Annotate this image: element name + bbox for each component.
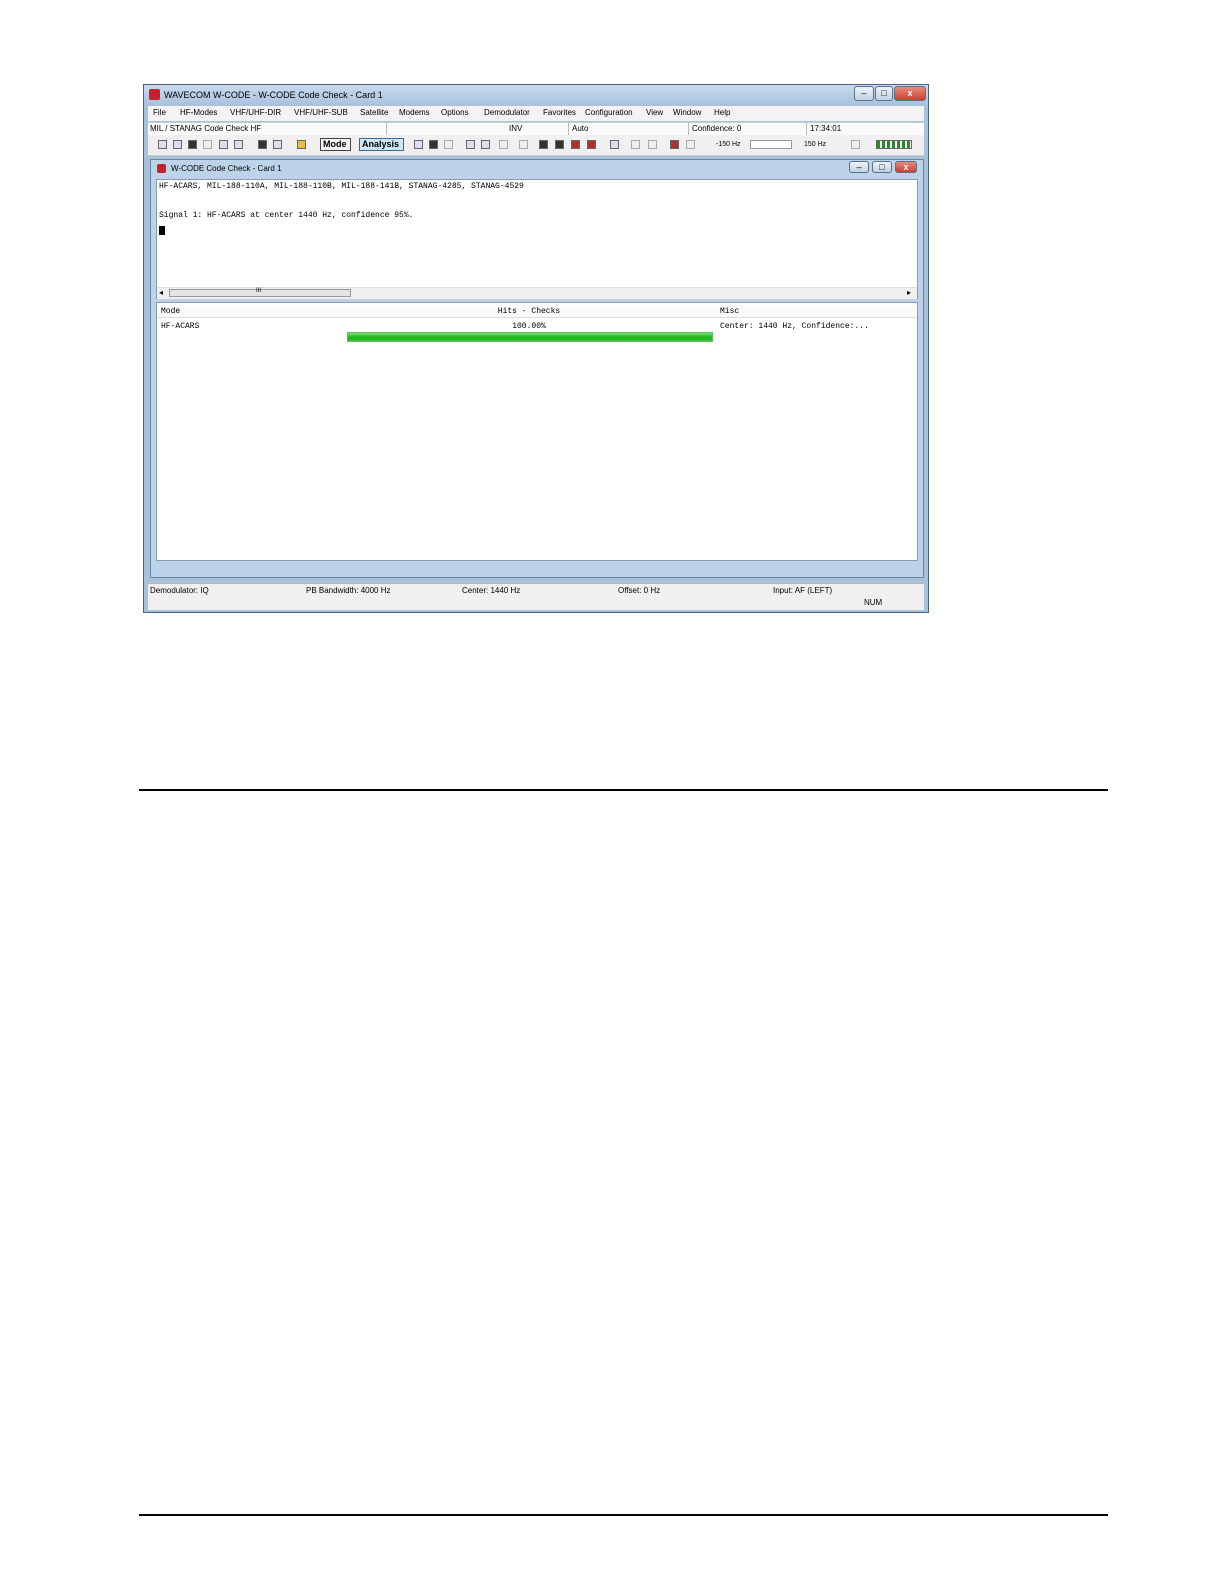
text-cursor	[159, 226, 165, 235]
title-bar[interactable]: WAVECOM W-CODE - W-CODE Code Check - Car…	[144, 85, 928, 105]
scroll-right-icon[interactable]: ▸	[907, 288, 911, 297]
decode-icon[interactable]	[466, 140, 475, 149]
menu-bar: File HF-Modes VHF/UHF-DIR VHF/UHF-SUB Sa…	[148, 106, 924, 121]
current-mode: MIL / STANAG Code Check HF	[150, 124, 262, 133]
menu-favorites[interactable]: Favorites	[543, 108, 576, 117]
menu-demodulator[interactable]: Demodulator	[484, 108, 530, 117]
scroll-left-icon[interactable]: ◂	[159, 288, 163, 297]
pattern-icon[interactable]	[587, 140, 596, 149]
menu-vhf-uhf-dir[interactable]: VHF/UHF-DIR	[230, 108, 281, 117]
frequency-low-label: -150 Hz	[716, 141, 741, 148]
help-icon[interactable]	[297, 140, 306, 149]
column-misc[interactable]: Misc	[720, 307, 739, 316]
decoder-output-pane[interactable]: HF-ACARS, MIL-188-110A, MIL-188-110B, MI…	[156, 179, 918, 299]
clock: 17:34:01	[810, 124, 842, 133]
binoculars-icon[interactable]	[258, 140, 267, 149]
stop-icon[interactable]	[686, 140, 695, 149]
forward-arrow-icon[interactable]	[444, 140, 453, 149]
copy-icon[interactable]	[203, 140, 212, 149]
menu-window[interactable]: Window	[673, 108, 701, 117]
scroll-grip: III	[256, 288, 262, 294]
save-icon[interactable]	[188, 140, 197, 149]
menu-file[interactable]: File	[153, 108, 166, 117]
menu-options[interactable]: Options	[441, 108, 469, 117]
menu-view[interactable]: View	[646, 108, 663, 117]
child-title-bar[interactable]: W-CODE Code Check - Card 1 – □ x	[151, 160, 923, 177]
table-row[interactable]: HF-ACARS 100.00% Center: 1440 Hz, Confid…	[157, 320, 917, 350]
dropdown-arrow-icon[interactable]	[429, 140, 438, 149]
status-offset: Offset: 0 Hz	[618, 586, 661, 595]
close-button[interactable]: x	[894, 86, 926, 101]
open-folder-icon[interactable]	[173, 140, 182, 149]
auto-indicator: Auto	[572, 124, 589, 133]
filter-icon[interactable]	[631, 140, 640, 149]
menu-configuration[interactable]: Configuration	[585, 108, 633, 117]
column-mode[interactable]: Mode	[161, 307, 180, 316]
print-icon[interactable]	[234, 140, 243, 149]
play-icon[interactable]	[499, 140, 508, 149]
minimize-button[interactable]: –	[854, 86, 874, 101]
page-divider	[139, 1514, 1108, 1516]
main-window: WAVECOM W-CODE - W-CODE Code Check - Car…	[143, 84, 929, 613]
spectrum-icon[interactable]	[555, 140, 564, 149]
output-line: Signal 1: HF-ACARS at center 1440 Hz, co…	[159, 211, 414, 220]
hits-progress-fill	[348, 333, 712, 341]
status-input: Input: AF (LEFT)	[773, 586, 833, 595]
horizontal-scrollbar[interactable]: ◂ III ▸	[157, 287, 917, 299]
bars-icon[interactable]	[571, 140, 580, 149]
arrow-left-right-icon[interactable]	[414, 140, 423, 149]
record-icon[interactable]	[670, 140, 679, 149]
analysis-button[interactable]: Analysis	[359, 138, 404, 151]
toolbar: Mode Analysis -150 Hz 150 Hz	[148, 135, 924, 156]
code-check-window: W-CODE Code Check - Card 1 – □ x HF-ACAR…	[150, 159, 924, 578]
row-mode: HF-ACARS	[161, 322, 200, 331]
row-hits: 100.00%	[512, 322, 546, 331]
maximize-button[interactable]: □	[875, 86, 893, 101]
tuning-slider[interactable]	[750, 140, 792, 149]
child-maximize-button[interactable]: □	[872, 161, 892, 173]
find-next-icon[interactable]	[273, 140, 282, 149]
wavecom-logo-icon	[157, 164, 166, 173]
decode-options-icon[interactable]	[481, 140, 490, 149]
print-preview-icon[interactable]	[219, 140, 228, 149]
row-misc: Center: 1440 Hz, Confidence:...	[720, 322, 869, 331]
new-file-icon[interactable]	[158, 140, 167, 149]
signal-level-meter	[876, 140, 912, 149]
sync-icon[interactable]	[648, 140, 657, 149]
hits-progress-bar	[347, 332, 713, 342]
tune-icon[interactable]	[851, 140, 860, 149]
status-bandwidth: PB Bandwidth: 4000 Hz	[306, 586, 391, 595]
num-lock-indicator: NUM	[864, 598, 883, 607]
column-hits-checks[interactable]: Hits - Checks	[347, 307, 711, 316]
status-demodulator: Demodulator: IQ	[150, 586, 209, 595]
menu-modems[interactable]: Modems	[399, 108, 430, 117]
child-title: W-CODE Code Check - Card 1	[171, 164, 282, 173]
page-divider	[139, 789, 1108, 791]
wavecom-logo-icon	[149, 89, 160, 100]
output-line: HF-ACARS, MIL-188-110A, MIL-188-110B, MI…	[159, 182, 524, 191]
status-center: Center: 1440 Hz	[462, 586, 521, 595]
status-bar: Demodulator: IQ PB Bandwidth: 4000 Hz Ce…	[148, 583, 924, 610]
info-bar: MIL / STANAG Code Check HF INV Auto Conf…	[148, 122, 924, 136]
mode-button[interactable]: Mode	[320, 138, 351, 151]
frequency-high-label: 150 Hz	[804, 141, 827, 148]
refresh-icon[interactable]	[610, 140, 619, 149]
results-list: Mode Hits - Checks Misc HF-ACARS 100.00%…	[156, 302, 918, 561]
signal-icon[interactable]	[519, 140, 528, 149]
confidence-indicator: Confidence: 0	[692, 124, 742, 133]
menu-satellite[interactable]: Satellite	[360, 108, 388, 117]
menu-help[interactable]: Help	[714, 108, 730, 117]
inv-indicator: INV	[509, 124, 523, 133]
child-minimize-button[interactable]: –	[849, 161, 869, 173]
menu-hf-modes[interactable]: HF-Modes	[180, 108, 217, 117]
window-title: WAVECOM W-CODE - W-CODE Code Check - Car…	[164, 90, 383, 100]
child-close-button[interactable]: x	[895, 161, 917, 173]
waterfall-icon[interactable]	[539, 140, 548, 149]
menu-vhf-uhf-sub[interactable]: VHF/UHF-SUB	[294, 108, 348, 117]
scroll-thumb[interactable]: III	[169, 288, 351, 297]
